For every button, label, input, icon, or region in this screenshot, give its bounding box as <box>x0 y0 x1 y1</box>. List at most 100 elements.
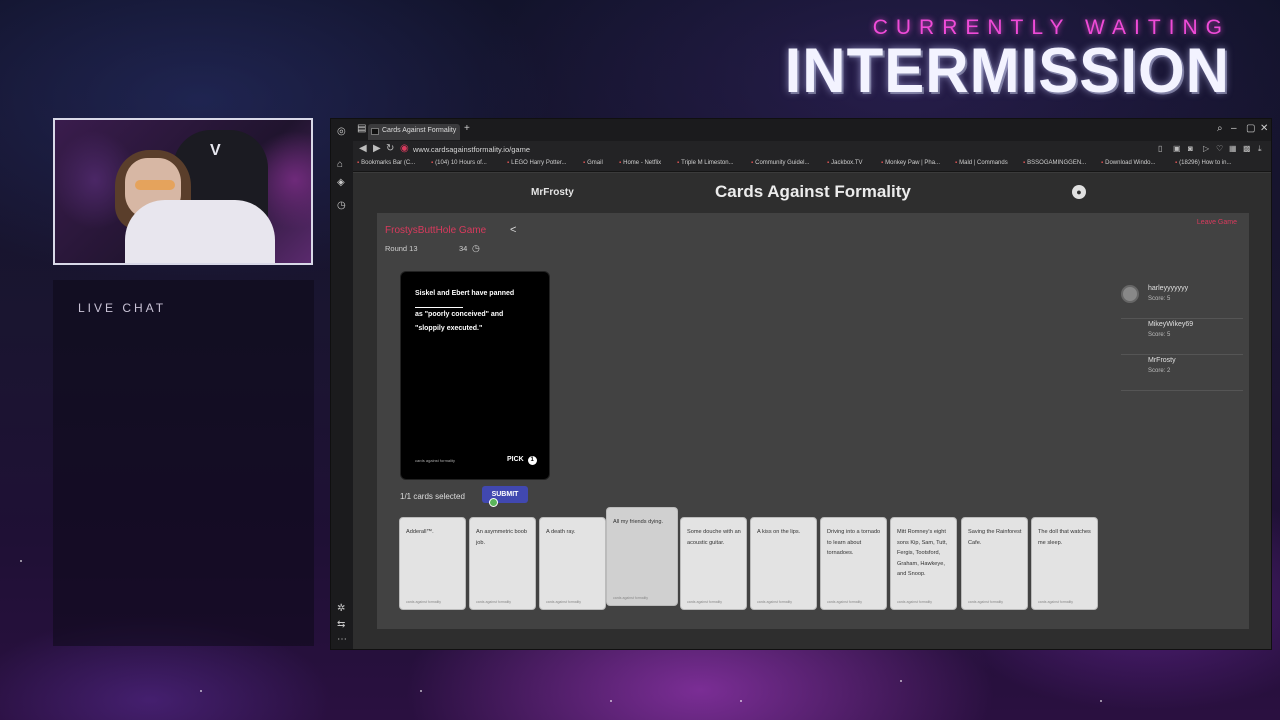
security-icon[interactable]: ◉ <box>400 143 409 154</box>
white-card[interactable]: An asymmetric boob job. cards against fo… <box>469 517 536 610</box>
new-tab-icon[interactable]: + <box>464 123 470 134</box>
copy-icon[interactable]: ▯ <box>1158 144 1162 153</box>
bookmark-item[interactable]: Gmail <box>583 160 603 166</box>
bookmark-item[interactable]: Download Windo... <box>1101 160 1155 166</box>
bookmarks-bar: Bookmarks Bar (C... (104) 10 Hours of...… <box>353 158 1271 172</box>
minimize-icon[interactable]: – <box>1231 123 1237 134</box>
white-card-brand: cards against formality <box>546 600 582 604</box>
black-card-line: Siskel and Ebert have panned <box>415 290 515 297</box>
bookmark-item[interactable]: Bookmarks Bar (C... <box>357 160 415 166</box>
webcam-feed: V <box>53 118 313 265</box>
browser-logo-icon[interactable]: ◎ <box>337 126 346 137</box>
wallet-icon[interactable]: ▦ <box>1229 144 1237 153</box>
player-score: Score: 5 <box>1148 296 1171 302</box>
black-card-brand: cards against formality <box>415 458 456 463</box>
white-card[interactable]: Saving the Rainforest Cafe. cards agains… <box>961 517 1028 610</box>
white-card[interactable]: Driving into a tornado to learn about to… <box>820 517 887 610</box>
overlay-title: INTERMISSION <box>784 35 1230 106</box>
account-icon[interactable]: ● <box>1072 185 1086 199</box>
screenshot-icon[interactable]: ▣ <box>1173 144 1181 153</box>
address-bar: ◀ ▶ ↻ ◉ www.cardsagainstformality.io/gam… <box>353 141 1271 158</box>
tab-list-icon[interactable]: ▤ <box>357 123 366 134</box>
white-card-brand: cards against formality <box>476 600 512 604</box>
black-card-line: as "poorly conceived" and <box>415 311 504 318</box>
sidebar-toggle-icon[interactable]: ⇆ <box>337 619 345 630</box>
bookmark-item[interactable]: Monkey Paw | Pha... <box>881 160 940 166</box>
white-card-brand: cards against formality <box>968 600 1004 604</box>
bookmark-item[interactable]: Mald | Commands <box>955 160 1008 166</box>
player-row: MikeyWikey69 Score: 5 <box>1121 319 1243 355</box>
player-row: harleyyyyyyy Score: 5 <box>1121 283 1243 319</box>
forward-icon[interactable]: ▶ <box>373 143 381 154</box>
white-card-text: Saving the Rainforest Cafe. <box>968 529 1022 546</box>
close-icon[interactable]: ✕ <box>1260 123 1268 134</box>
bookmark-item[interactable]: (18296) How to in... <box>1175 160 1231 166</box>
search-icon[interactable]: ⌕ <box>1217 123 1223 134</box>
reload-icon[interactable]: ↻ <box>386 143 394 154</box>
white-card-brand: cards against formality <box>1038 600 1074 604</box>
sidebar-home-icon[interactable]: ⌂ <box>337 159 343 170</box>
game-app: MrFrosty Cards Against Formality ● Frost… <box>353 173 1271 649</box>
white-card-selected[interactable]: All my friends dying. cards against form… <box>606 507 678 606</box>
vpn-icon[interactable]: ▩ <box>1243 144 1251 153</box>
mouse-cursor <box>489 498 498 507</box>
black-card: Siskel and Ebert have panned as "poorly … <box>400 271 550 480</box>
bookmark-item[interactable]: LEGO Harry Potter... <box>507 160 566 166</box>
leave-game-button[interactable]: Leave Game <box>1197 219 1237 226</box>
camera-icon[interactable]: ◙ <box>1188 144 1193 153</box>
player-score: Score: 5 <box>1148 332 1171 338</box>
player-name: harleyyyyyyy <box>1148 285 1189 292</box>
share-icon[interactable]: < <box>510 224 516 236</box>
heart-icon[interactable]: ♡ <box>1216 144 1223 153</box>
tab-bar: ▤ Cards Against Formality + ⌕ – ▢ ✕ <box>353 119 1271 141</box>
overlay-header: CURRENTLY WAITING INTERMISSION <box>784 16 1230 106</box>
white-card-text: Some douche with an acoustic guitar. <box>687 529 741 546</box>
app-title: Cards Against Formality <box>715 182 911 201</box>
white-card-text: An asymmetric boob job. <box>476 529 527 546</box>
cards-selected-status: 1/1 cards selected <box>400 492 465 501</box>
player-row: MrFrosty Score: 2 <box>1121 355 1243 391</box>
white-card[interactable]: A kiss on the lips. cards against formal… <box>750 517 817 610</box>
white-card-text: All my friends dying. <box>613 519 664 525</box>
history-icon[interactable]: ◷ <box>337 200 346 211</box>
pick-indicator: PICK 1 <box>507 456 537 465</box>
bookmark-item[interactable]: Triple M Limeston... <box>677 160 733 166</box>
bookmark-item[interactable]: (104) 10 Hours of... <box>431 160 487 166</box>
player-avatar <box>1121 285 1139 303</box>
bookmark-item[interactable]: Home - Netflix <box>619 160 661 166</box>
white-card[interactable]: Mitt Romney's eight sons Kip, Sam, Tutt,… <box>890 517 957 610</box>
bookmark-item[interactable]: Jackbox.TV <box>827 160 862 166</box>
white-card-text: Mitt Romney's eight sons Kip, Sam, Tutt,… <box>897 529 948 577</box>
sidebar-extension-icon[interactable]: ◈ <box>337 177 345 188</box>
clock-icon: ◷ <box>472 243 480 253</box>
download-icon[interactable]: ⤓ <box>1258 144 1262 154</box>
black-card-text: Siskel and Ebert have panned as "poorly … <box>415 287 540 336</box>
more-icon[interactable]: ⋯ <box>337 634 347 645</box>
hand-of-cards: Adderall™. cards against formality An as… <box>399 507 1129 611</box>
white-card-text: A kiss on the lips. <box>757 529 801 535</box>
maximize-icon[interactable]: ▢ <box>1246 123 1255 134</box>
streamer-glasses <box>135 180 175 190</box>
chair-logo: V <box>210 142 221 159</box>
white-card[interactable]: A death ray. cards against formality <box>539 517 606 610</box>
tab-favicon-icon <box>371 128 379 135</box>
bookmark-item[interactable]: BSSOGAMINGGEN... <box>1023 160 1086 166</box>
back-icon[interactable]: ◀ <box>359 143 367 154</box>
white-card-text: A death ray. <box>546 529 576 535</box>
url-field[interactable]: www.cardsagainstformality.io/game <box>413 145 530 154</box>
white-card-text: Adderall™. <box>406 529 434 535</box>
white-card-text: The doll that watches me sleep. <box>1038 529 1091 546</box>
sidebar-settings-icon[interactable]: ✲ <box>337 603 345 614</box>
white-card[interactable]: The doll that watches me sleep. cards ag… <box>1031 517 1098 610</box>
game-panel: FrostysButtHole Game < Round 13 34 ◷ Lea… <box>377 213 1249 629</box>
white-card[interactable]: Adderall™. cards against formality <box>399 517 466 610</box>
browser-sidebar: ◎ ⌂ ◈ ◷ ✲ ⇆ ⋯ <box>331 119 353 649</box>
black-card-blank <box>415 301 463 308</box>
browser-window: ◎ ⌂ ◈ ◷ ✲ ⇆ ⋯ ▤ Cards Against Formality … <box>330 118 1272 650</box>
bookmark-item[interactable]: Community Guidel... <box>751 160 809 166</box>
play-icon[interactable]: ▷ <box>1203 144 1209 153</box>
player-name: MikeyWikey69 <box>1148 321 1194 328</box>
white-card[interactable]: Some douche with an acoustic guitar. car… <box>680 517 747 610</box>
streamer-hoodie <box>125 200 275 263</box>
tab-cards-against-formality[interactable]: Cards Against Formality <box>368 124 460 140</box>
